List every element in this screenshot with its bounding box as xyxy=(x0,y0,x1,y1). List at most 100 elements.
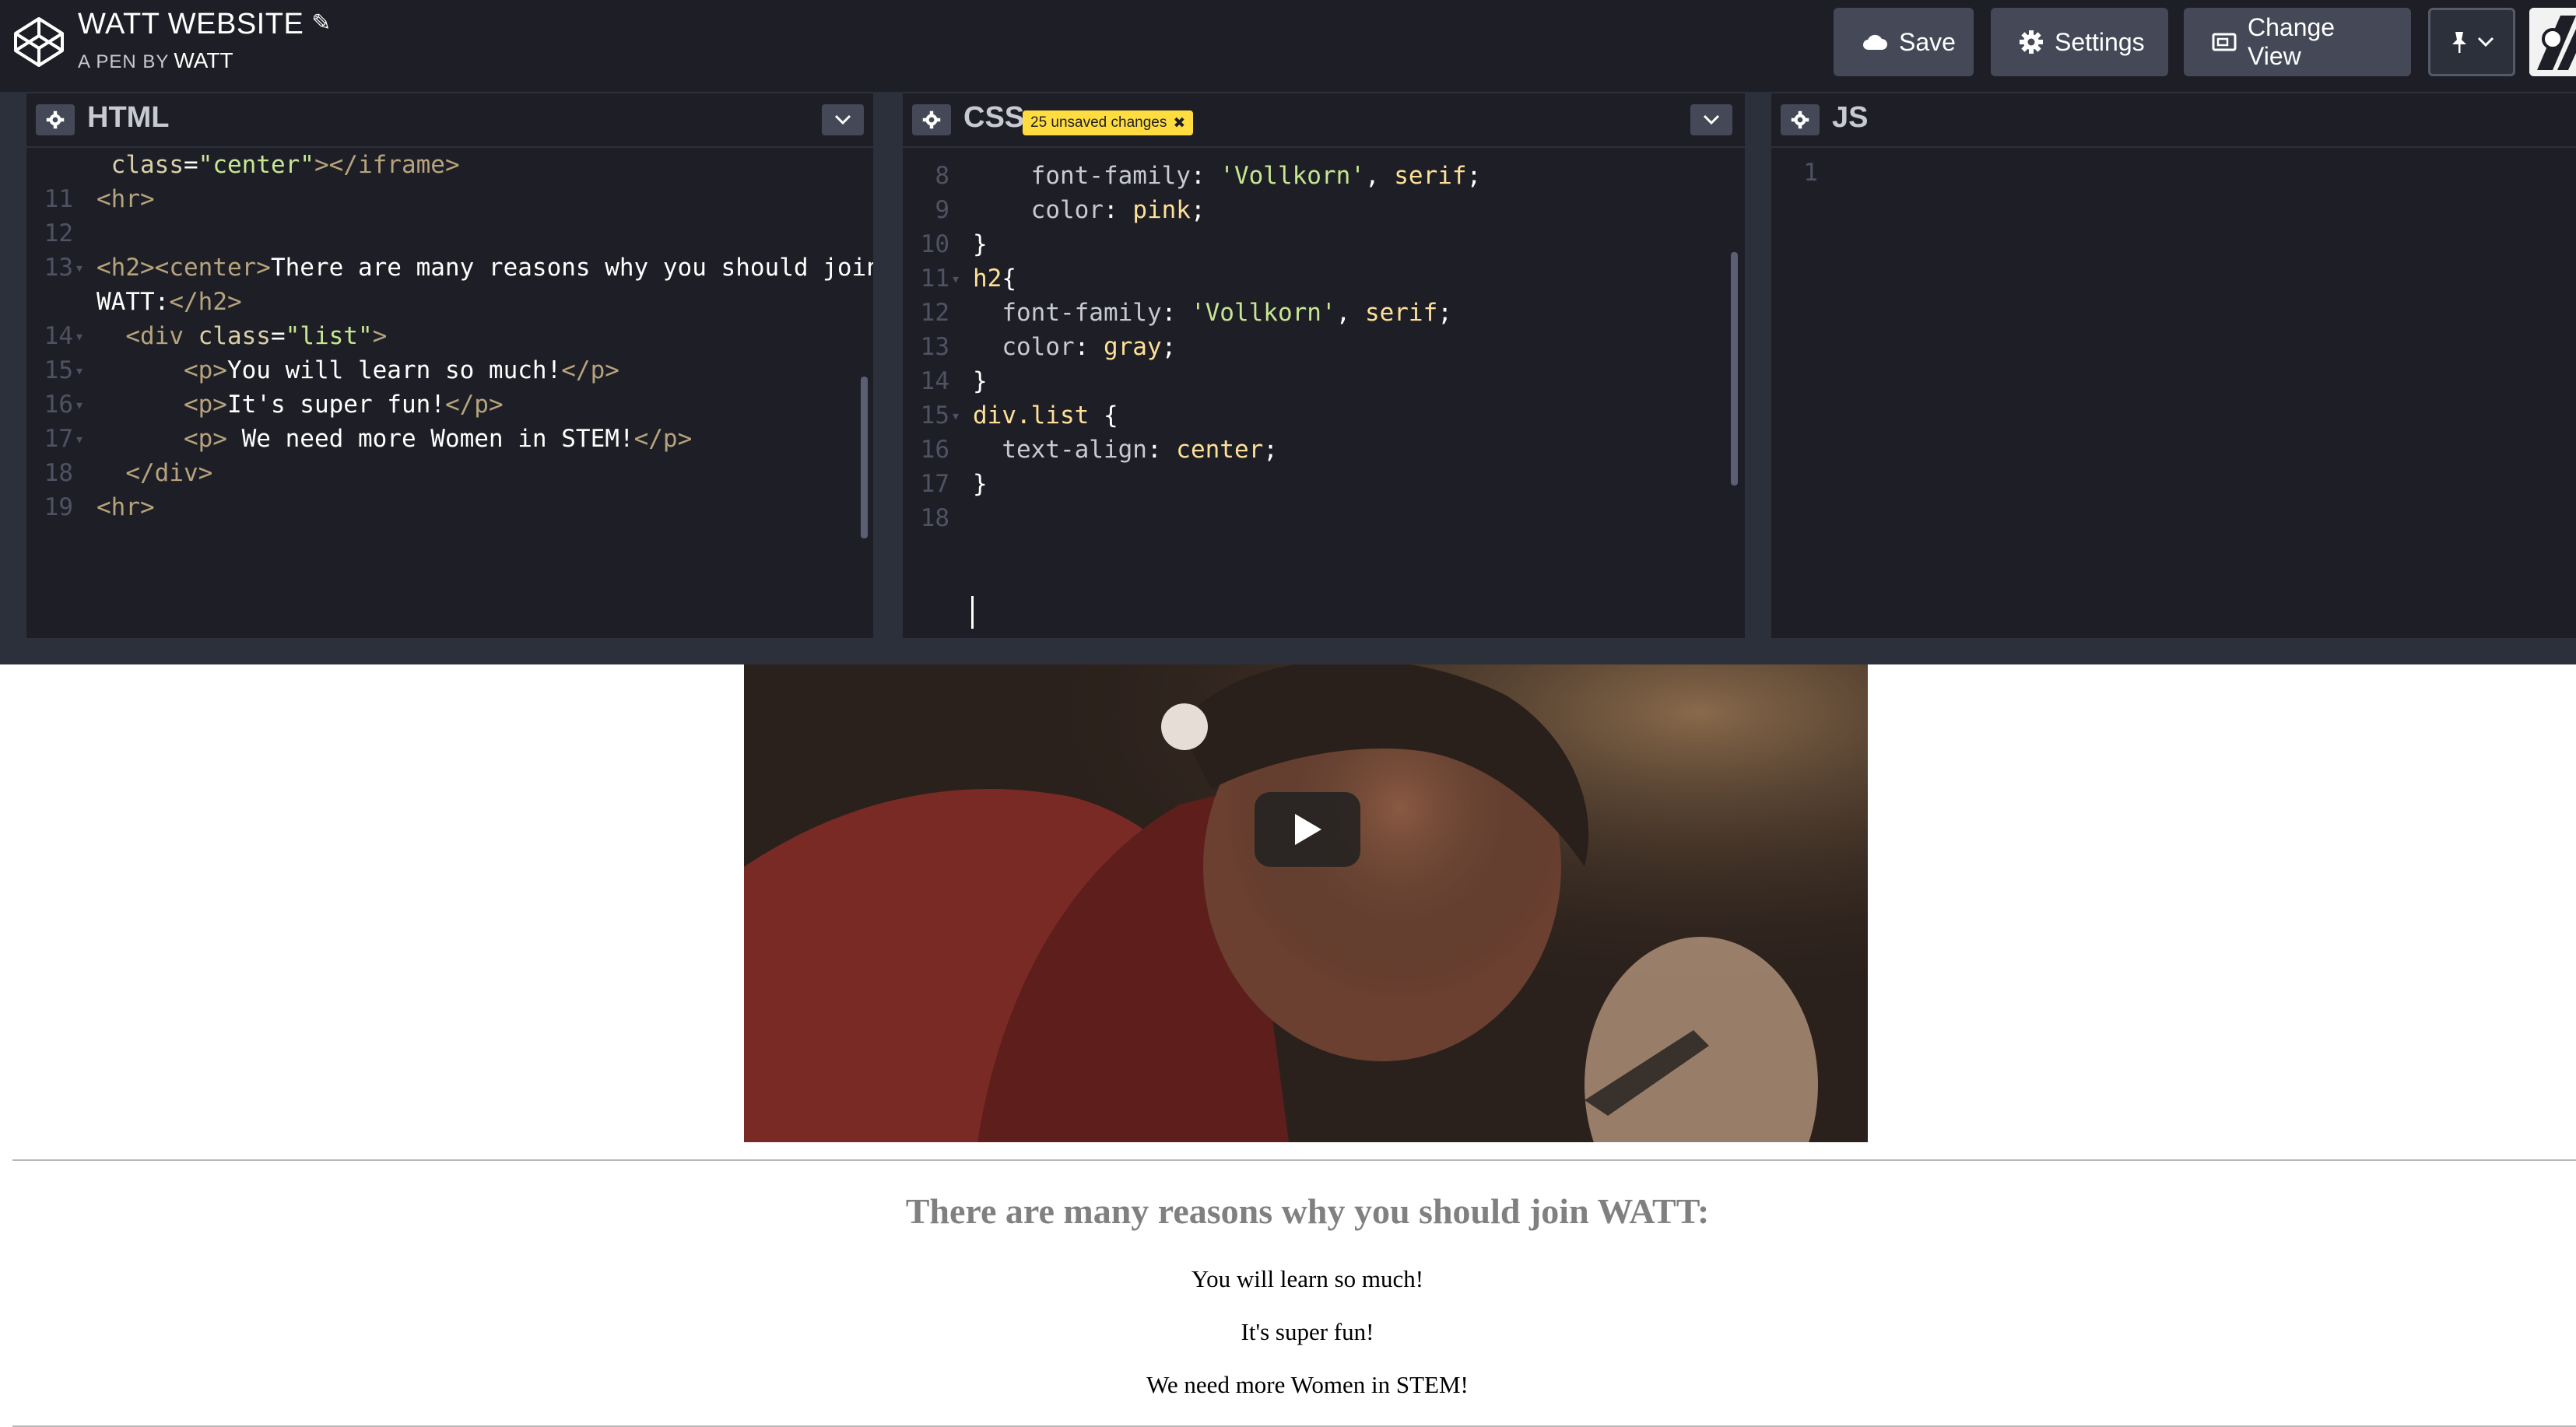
code-line[interactable]: 10} xyxy=(903,227,1745,261)
code-text: h2{ xyxy=(973,261,1016,296)
line-number: 14 xyxy=(920,367,949,395)
js-editor-header: JS xyxy=(1771,93,2576,148)
code-text: class="center"></iframe> xyxy=(97,148,460,182)
code-token: 'Vollkorn' xyxy=(1190,299,1336,327)
css-editor-header: CSS 25 unsaved changes ✖ xyxy=(903,93,1745,148)
code-token: <h2><center> xyxy=(97,254,271,282)
save-button[interactable]: Save xyxy=(1834,8,1974,76)
code-line[interactable]: 19 <hr> xyxy=(26,490,873,524)
code-line[interactable]: 16 ▾ <p>It's super fun!</p> xyxy=(26,387,873,422)
pin-menu-button[interactable] xyxy=(2428,8,2515,76)
fold-arrow-icon[interactable]: ▾ xyxy=(75,422,84,456)
js-editor[interactable]: JS 1 xyxy=(1771,93,2576,638)
code-token: WATT: xyxy=(97,288,170,316)
code-line[interactable]: 1 xyxy=(1771,156,2576,190)
code-line[interactable]: 8 font-family: 'Vollkorn', serif; xyxy=(903,159,1745,193)
close-icon[interactable]: ✖ xyxy=(1173,114,1185,132)
code-token: "center" xyxy=(198,151,314,179)
code-line[interactable]: 9 color: pink; xyxy=(903,193,1745,227)
code-line[interactable]: 11 <hr> xyxy=(26,182,873,216)
code-text: <h2><center>There are many reasons why y… xyxy=(97,251,873,285)
code-line[interactable]: 16 text-align: center; xyxy=(903,433,1745,467)
code-line[interactable]: 18 xyxy=(903,501,1745,535)
js-code-area[interactable]: 1 xyxy=(1771,148,2576,638)
code-line[interactable]: 14 ▾ <div class="list"> xyxy=(26,319,873,353)
line-number: 15 xyxy=(44,356,73,384)
code-token: </h2> xyxy=(169,288,242,316)
code-token: ; xyxy=(1161,333,1177,361)
code-line[interactable]: 15 ▾ div.list { xyxy=(903,398,1745,433)
html-editor-title: HTML xyxy=(87,101,170,134)
code-token: text-align xyxy=(973,436,1147,464)
html-editor[interactable]: HTML class="center"></iframe> 11 <hr> 12 13 ▾… xyxy=(26,93,873,638)
code-token: pink xyxy=(1132,196,1191,224)
code-token: serif xyxy=(1364,299,1438,327)
code-token: There are many reasons why you should jo… xyxy=(270,254,873,282)
pen-meta-prefix: A PEN BY xyxy=(78,51,170,72)
line-number: 10 xyxy=(920,230,949,258)
fold-arrow-icon[interactable]: ▾ xyxy=(951,261,960,296)
code-line[interactable]: 15 ▾ <p>You will learn so much!</p> xyxy=(26,353,873,387)
fold-arrow-icon[interactable]: ▾ xyxy=(951,398,960,433)
code-line[interactable]: 17} xyxy=(903,467,1745,501)
play-button[interactable] xyxy=(1255,792,1360,867)
code-line[interactable]: 13 ▾ <h2><center>There are many reasons wh… xyxy=(26,251,873,285)
html-scrollbar[interactable] xyxy=(861,377,868,538)
settings-button-label: Settings xyxy=(2055,27,2145,56)
user-avatar[interactable] xyxy=(2529,8,2576,76)
video-embed[interactable] xyxy=(744,664,1868,1142)
css-editor-title: CSS xyxy=(963,101,1025,134)
settings-button[interactable]: Settings xyxy=(1991,8,2168,76)
code-text: text-align: center; xyxy=(973,433,1278,467)
code-line[interactable]: class="center"></iframe> xyxy=(26,148,873,182)
code-line[interactable]: 13 color: gray; xyxy=(903,330,1745,364)
code-text: <p> We need more Women in STEM!</p> xyxy=(97,422,692,456)
css-scrollbar[interactable] xyxy=(1731,252,1738,486)
line-number: 18 xyxy=(44,459,73,487)
list-item: It's super fun! xyxy=(1241,1318,1374,1345)
fold-arrow-icon[interactable]: ▾ xyxy=(75,319,84,353)
avatar-logo-icon xyxy=(2529,8,2576,76)
unsaved-changes-badge[interactable]: 25 unsaved changes ✖ xyxy=(1023,110,1194,135)
code-token: ></iframe> xyxy=(314,151,460,179)
html-collapse-button[interactable] xyxy=(822,104,864,135)
line-number: 12 xyxy=(920,299,949,327)
code-token: <hr> xyxy=(97,493,155,521)
line-number: 17 xyxy=(44,425,73,453)
change-view-button[interactable]: Change View xyxy=(2184,8,2411,76)
line-number: 14 xyxy=(44,322,73,350)
code-text: <div class="list"> xyxy=(97,319,387,353)
code-token: , xyxy=(1335,299,1365,327)
code-token: } xyxy=(973,230,988,258)
code-line[interactable]: 12 font-family: 'Vollkorn', serif; xyxy=(903,296,1745,330)
code-token: center xyxy=(1176,436,1264,464)
codepen-logo-icon[interactable] xyxy=(12,16,65,68)
css-collapse-button[interactable] xyxy=(1690,104,1732,135)
code-line[interactable]: 11 ▾ h2{ xyxy=(903,261,1745,296)
css-editor[interactable]: CSS 25 unsaved changes ✖ 8 font-family: … xyxy=(903,93,1745,638)
fold-arrow-icon[interactable]: ▾ xyxy=(75,251,84,285)
author-link[interactable]: WATT xyxy=(174,48,233,72)
pencil-edit-icon[interactable]: ✎ xyxy=(311,9,332,37)
code-line[interactable]: WATT:</h2> xyxy=(26,285,873,319)
code-token: h2 xyxy=(973,265,1002,293)
code-line[interactable]: 18 </div> xyxy=(26,456,873,490)
code-token: div.list xyxy=(973,401,1090,430)
fold-arrow-icon[interactable]: ▾ xyxy=(75,353,84,387)
html-code-area[interactable]: class="center"></iframe> 11 <hr> 12 13 ▾ <h2><… xyxy=(26,148,873,638)
html-settings-button[interactable] xyxy=(36,104,75,135)
code-line[interactable]: 14} xyxy=(903,364,1745,398)
pen-title-text[interactable]: WATT WEBSITE xyxy=(78,8,304,40)
pen-title[interactable]: WATT WEBSITE ✎ xyxy=(78,8,332,41)
fold-arrow-icon[interactable]: ▾ xyxy=(75,387,84,422)
css-code-area[interactable]: 8 font-family: 'Vollkorn', serif; 9 color… xyxy=(903,148,1745,638)
gear-icon xyxy=(2020,30,2043,54)
code-line[interactable]: 17 ▾ <p> We need more Women in STEM!</p> xyxy=(26,422,873,456)
code-token: font-family xyxy=(973,299,1162,327)
js-settings-button[interactable] xyxy=(1781,104,1820,135)
line-number: 15 xyxy=(920,401,949,430)
code-token: color xyxy=(973,196,1104,224)
resize-handle[interactable] xyxy=(0,638,2576,664)
css-settings-button[interactable] xyxy=(912,104,951,135)
code-line[interactable]: 12 xyxy=(26,216,873,251)
